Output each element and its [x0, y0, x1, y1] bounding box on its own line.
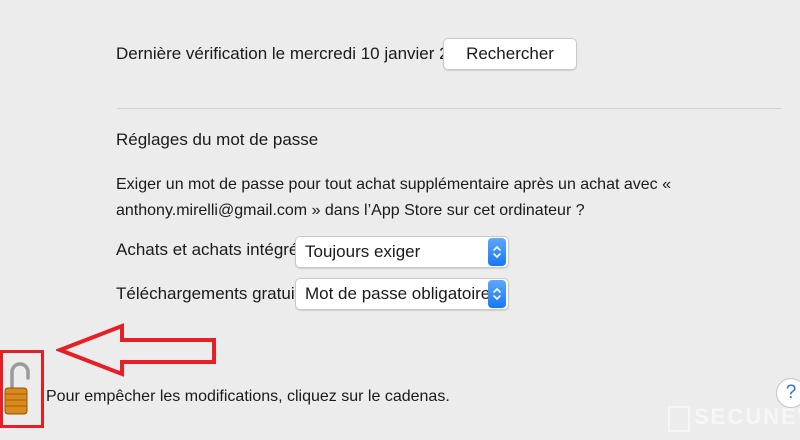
chevron-up-down-icon — [488, 280, 506, 308]
last-check-text: Dernière vérification le mercredi 10 jan… — [116, 44, 477, 63]
purchases-select-value: Toujours exiger — [305, 242, 421, 261]
watermark: SECUNEWS — [668, 404, 800, 440]
chevron-up-down-icon — [488, 238, 506, 266]
watermark-logo-icon — [668, 406, 690, 432]
section-divider — [117, 108, 781, 109]
red-arrow-annotation — [54, 322, 220, 383]
password-settings-title: Réglages du mot de passe — [116, 130, 319, 149]
unlocked-padlock-icon[interactable] — [4, 360, 30, 423]
free-downloads-select-value: Mot de passe obligatoire — [305, 284, 488, 303]
purchases-select[interactable]: Toujours exiger — [295, 236, 509, 268]
free-downloads-select[interactable]: Mot de passe obligatoire — [295, 278, 509, 310]
free-downloads-label: Téléchargements gratuits : — [116, 284, 318, 303]
purchases-label: Achats et achats intégrés : — [116, 240, 317, 259]
watermark-text: SECUNEWS — [694, 404, 800, 429]
lock-message: Pour empêcher les modifications, cliquez… — [46, 388, 450, 405]
search-button[interactable]: Rechercher — [443, 38, 577, 70]
password-question-text: Exiger un mot de passe pour tout achat s… — [116, 176, 672, 219]
